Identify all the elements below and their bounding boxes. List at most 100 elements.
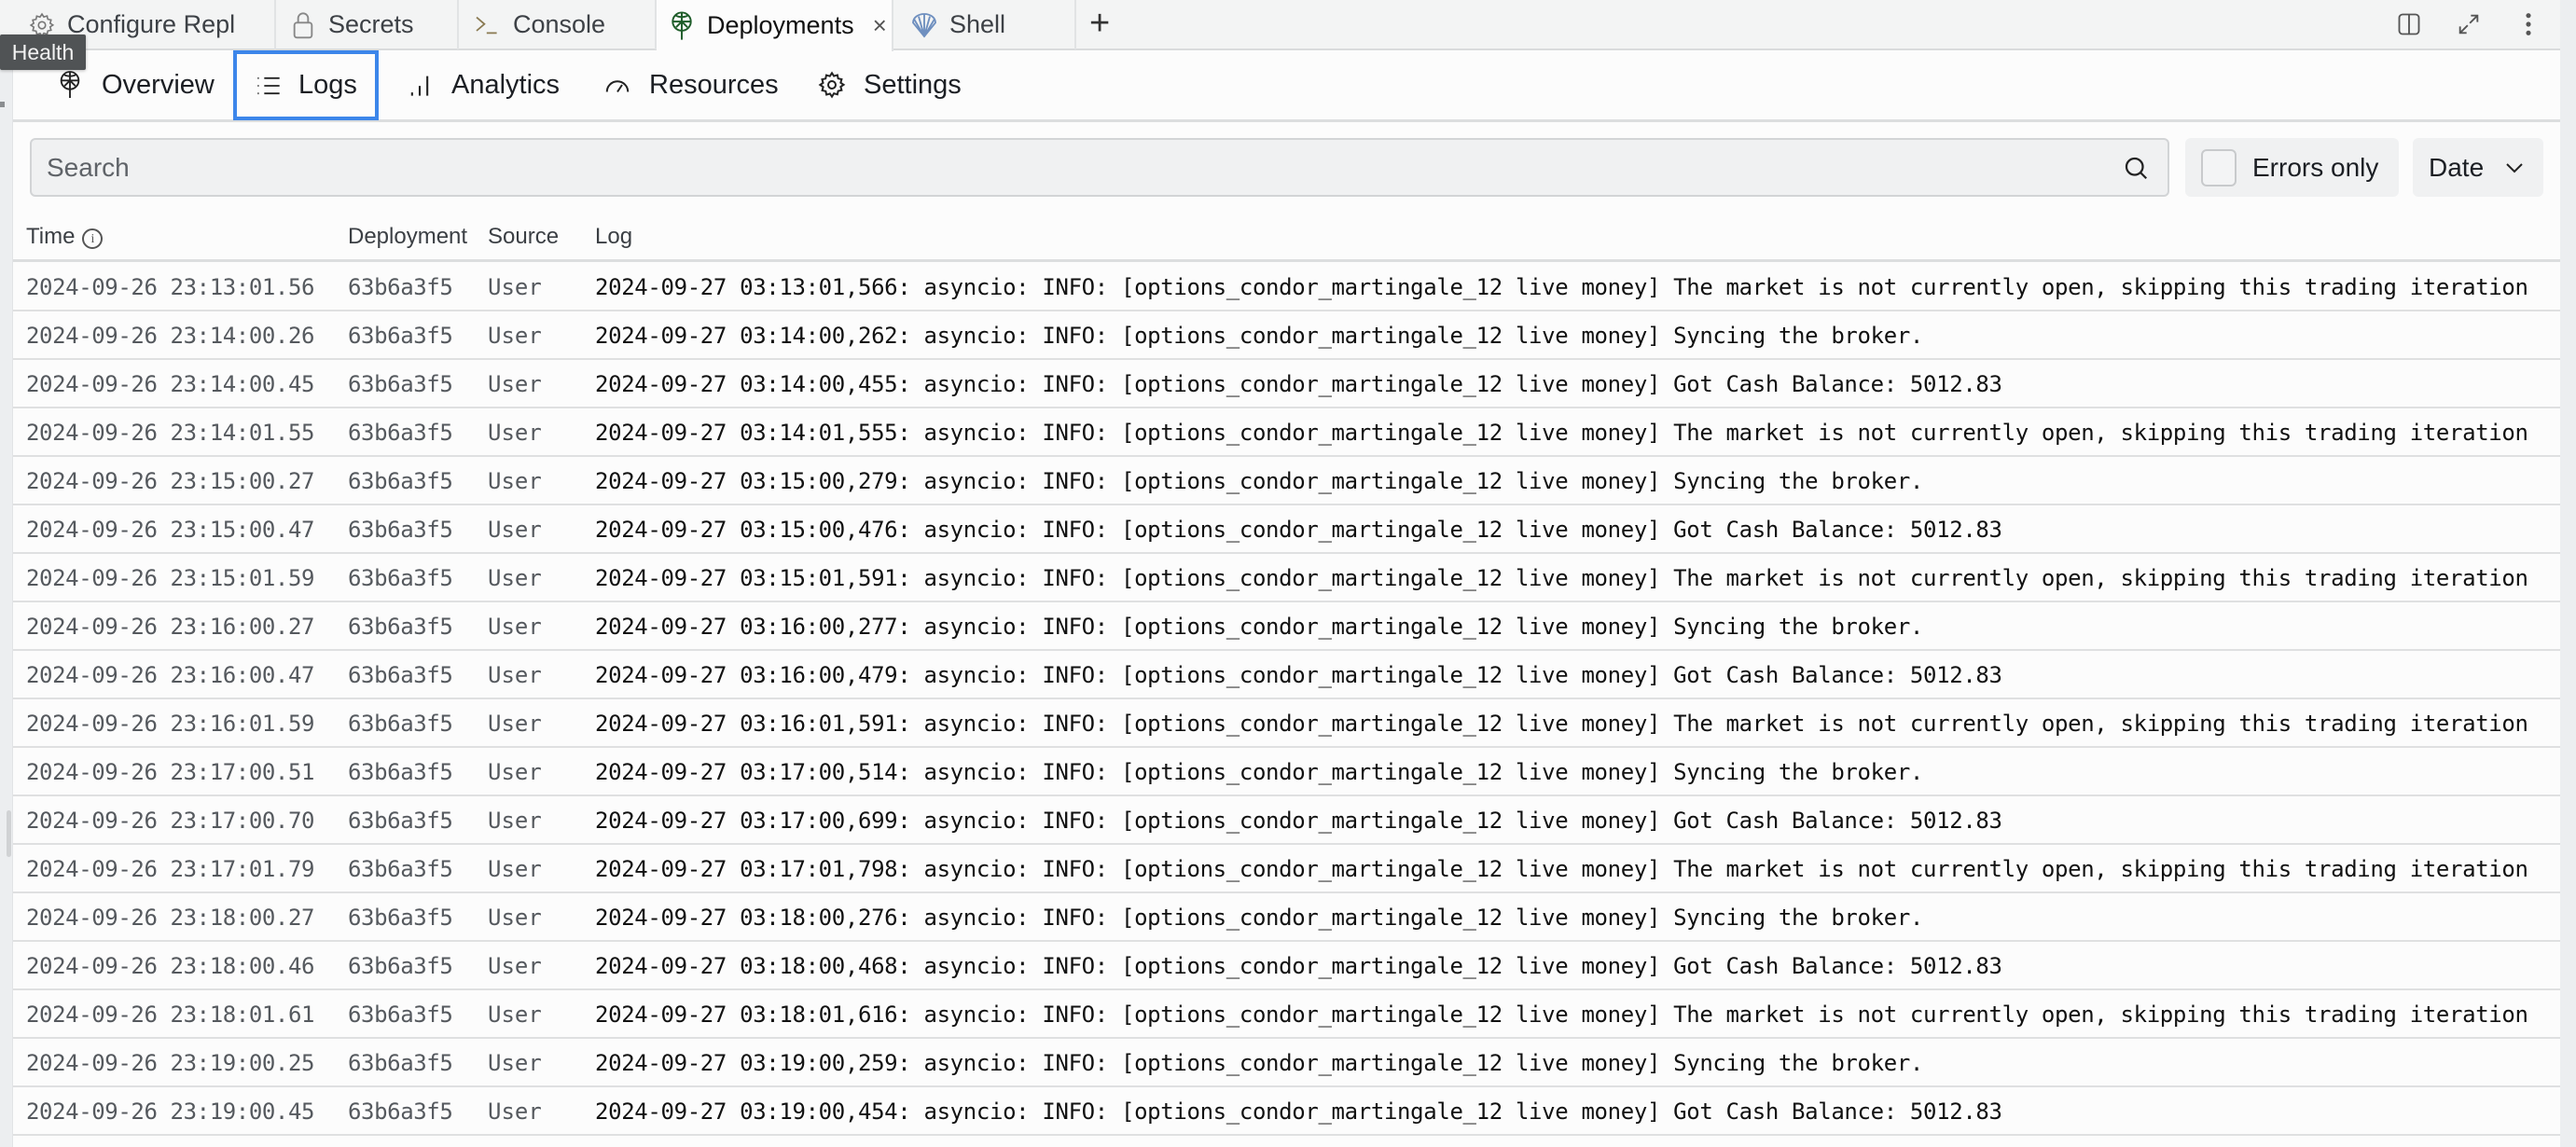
log-row[interactable]: 2024-09-26 23:18:01.61 63b6a3f5 User 2024-0… bbox=[13, 990, 2560, 1039]
log-time: 2024-09-26 23:14:01.55 bbox=[26, 420, 315, 446]
deployments-icon bbox=[55, 70, 85, 100]
resize-handle[interactable] bbox=[7, 810, 11, 857]
log-deployment: 63b6a3f5 bbox=[348, 759, 453, 785]
log-message: 2024-09-27 03:19:00,454: asyncio: INFO: … bbox=[595, 1099, 2002, 1125]
log-source: User bbox=[488, 711, 542, 737]
log-row[interactable]: 2024-09-26 23:15:01.59 63b6a3f5 User 2024-0… bbox=[13, 554, 2560, 602]
logs-table-body: 2024-09-26 23:13:01.56 63b6a3f5 User 2024-0… bbox=[13, 263, 2560, 1136]
log-time: 2024-09-26 23:17:00.70 bbox=[26, 808, 315, 834]
log-row[interactable]: 2024-09-26 23:17:01.79 63b6a3f5 User 2024-0… bbox=[13, 845, 2560, 893]
info-icon[interactable]: i bbox=[82, 228, 104, 249]
log-row[interactable]: 2024-09-26 23:14:01.55 63b6a3f5 User 2024-0… bbox=[13, 408, 2560, 457]
log-time: 2024-09-26 23:18:00.27 bbox=[26, 905, 315, 931]
deployments-icon bbox=[666, 10, 698, 42]
log-source: User bbox=[488, 662, 542, 688]
log-time: 2024-09-26 23:16:01.59 bbox=[26, 711, 315, 737]
subnav-analytics[interactable]: Analytics bbox=[405, 50, 560, 119]
log-row[interactable]: 2024-09-26 23:14:00.26 63b6a3f5 User 2024-0… bbox=[13, 311, 2560, 360]
logs-table-header: Time i Deployment Source Log bbox=[13, 213, 2560, 262]
log-time: 2024-09-26 23:14:00.26 bbox=[26, 323, 315, 349]
log-time: 2024-09-26 23:15:00.47 bbox=[26, 517, 315, 543]
errors-only-toggle[interactable]: Errors only bbox=[2185, 138, 2399, 197]
log-time: 2024-09-26 23:17:01.79 bbox=[26, 856, 315, 882]
log-source: User bbox=[488, 420, 542, 446]
log-source: User bbox=[488, 856, 542, 882]
log-message: 2024-09-27 03:15:00,476: asyncio: INFO: … bbox=[595, 517, 2002, 543]
log-row[interactable]: 2024-09-26 23:16:00.27 63b6a3f5 User 2024-0… bbox=[13, 602, 2560, 651]
search-icon[interactable] bbox=[2119, 151, 2153, 185]
log-deployment: 63b6a3f5 bbox=[348, 905, 453, 931]
date-dropdown[interactable]: Date bbox=[2413, 138, 2543, 197]
tab-label: Shell bbox=[949, 10, 1006, 38]
column-header-log: Log bbox=[595, 224, 633, 249]
subnav-label: Resources bbox=[649, 69, 779, 100]
log-time: 2024-09-26 23:17:00.51 bbox=[26, 759, 315, 785]
log-time: 2024-09-26 23:18:00.46 bbox=[26, 953, 315, 979]
subnav-label: Analytics bbox=[451, 69, 561, 100]
tab-label: Secrets bbox=[328, 10, 414, 38]
subnav-settings[interactable]: Settings bbox=[817, 50, 962, 119]
list-icon bbox=[256, 71, 282, 101]
log-deployment: 63b6a3f5 bbox=[348, 662, 453, 688]
log-row[interactable]: 2024-09-26 23:13:01.56 63b6a3f5 User 2024-0… bbox=[13, 263, 2560, 311]
log-deployment: 63b6a3f5 bbox=[348, 1099, 453, 1125]
log-row[interactable]: 2024-09-26 23:14:00.45 63b6a3f5 User 2024-0… bbox=[13, 360, 2560, 408]
log-deployment: 63b6a3f5 bbox=[348, 1002, 453, 1028]
date-label: Date bbox=[2429, 152, 2485, 182]
log-source: User bbox=[488, 808, 542, 834]
tab-secrets[interactable]: Secrets bbox=[276, 0, 459, 49]
column-header-time[interactable]: Time i bbox=[26, 224, 104, 250]
log-message: 2024-09-27 03:14:01,555: asyncio: INFO: … bbox=[595, 420, 2528, 446]
health-tooltip: Health bbox=[0, 35, 86, 70]
subnav-resources[interactable]: Resources bbox=[602, 50, 779, 119]
column-label: Time bbox=[26, 224, 76, 249]
log-row[interactable]: 2024-09-26 23:17:00.70 63b6a3f5 User 2024-0… bbox=[13, 796, 2560, 845]
log-row[interactable]: 2024-09-26 23:19:00.25 63b6a3f5 User 2024-0… bbox=[13, 1039, 2560, 1087]
search-box bbox=[30, 138, 2169, 197]
maximize-icon[interactable] bbox=[2453, 8, 2485, 40]
split-pane-icon[interactable] bbox=[2393, 8, 2425, 40]
tab-console[interactable]: Console bbox=[459, 0, 657, 49]
log-source: User bbox=[488, 905, 542, 931]
tab-label: Deployments bbox=[707, 11, 854, 39]
log-deployment: 63b6a3f5 bbox=[348, 323, 453, 349]
workspace-tab-bar: Configure Repl Secrets Console Deploymen… bbox=[0, 0, 2560, 51]
subnav-label: Overview bbox=[102, 69, 215, 100]
tab-deployments[interactable]: Deployments × bbox=[657, 0, 893, 51]
pane-actions bbox=[2393, 0, 2544, 48]
log-row[interactable]: 2024-09-26 23:16:00.47 63b6a3f5 User 2024-0… bbox=[13, 651, 2560, 699]
log-message: 2024-09-27 03:17:00,514: asyncio: INFO: … bbox=[595, 759, 1924, 785]
log-row[interactable]: 2024-09-26 23:16:01.59 63b6a3f5 User 2024-0… bbox=[13, 699, 2560, 748]
log-row[interactable]: 2024-09-26 23:15:00.47 63b6a3f5 User 2024-0… bbox=[13, 505, 2560, 554]
log-row[interactable]: 2024-09-26 23:15:00.27 63b6a3f5 User 2024-0… bbox=[13, 457, 2560, 505]
log-row[interactable]: 2024-09-26 23:18:00.27 63b6a3f5 User 2024-0… bbox=[13, 893, 2560, 942]
log-deployment: 63b6a3f5 bbox=[348, 614, 453, 640]
more-options-icon[interactable] bbox=[2513, 8, 2544, 40]
log-source: User bbox=[488, 274, 542, 300]
log-message: 2024-09-27 03:17:00,699: asyncio: INFO: … bbox=[595, 808, 2002, 834]
bar-chart-icon bbox=[405, 70, 435, 100]
column-header-source: Source bbox=[488, 224, 560, 249]
log-deployment: 63b6a3f5 bbox=[348, 565, 453, 591]
errors-only-checkbox[interactable] bbox=[2201, 148, 2237, 187]
subnav-logs[interactable]: Logs bbox=[233, 50, 379, 120]
log-message: 2024-09-27 03:14:00,262: asyncio: INFO: … bbox=[595, 323, 1924, 349]
log-message: 2024-09-27 03:18:00,468: asyncio: INFO: … bbox=[595, 953, 2002, 979]
log-message: 2024-09-27 03:18:01,616: asyncio: INFO: … bbox=[595, 1002, 2528, 1028]
tab-shell[interactable]: Shell bbox=[893, 0, 1076, 49]
log-row[interactable]: 2024-09-26 23:17:00.51 63b6a3f5 User 2024-0… bbox=[13, 748, 2560, 796]
tab-label: Configure Repl bbox=[67, 10, 236, 38]
log-row[interactable]: 2024-09-26 23:19:00.45 63b6a3f5 User 2024-0… bbox=[13, 1087, 2560, 1136]
log-source: User bbox=[488, 323, 542, 349]
log-source: User bbox=[488, 565, 542, 591]
search-input[interactable] bbox=[47, 152, 2119, 183]
chevron-down-icon bbox=[2504, 161, 2525, 174]
log-message: 2024-09-27 03:16:00,479: asyncio: INFO: … bbox=[595, 662, 2002, 688]
close-tab-icon[interactable]: × bbox=[873, 11, 887, 40]
new-tab-button[interactable]: + bbox=[1089, 4, 1110, 44]
log-row[interactable]: 2024-09-26 23:18:00.46 63b6a3f5 User 2024-0… bbox=[13, 942, 2560, 990]
log-message: 2024-09-27 03:17:01,798: asyncio: INFO: … bbox=[595, 856, 2528, 882]
log-message: 2024-09-27 03:15:00,279: asyncio: INFO: … bbox=[595, 468, 1924, 494]
log-time: 2024-09-26 23:16:00.27 bbox=[26, 614, 315, 640]
subnav-label: Settings bbox=[864, 69, 962, 100]
